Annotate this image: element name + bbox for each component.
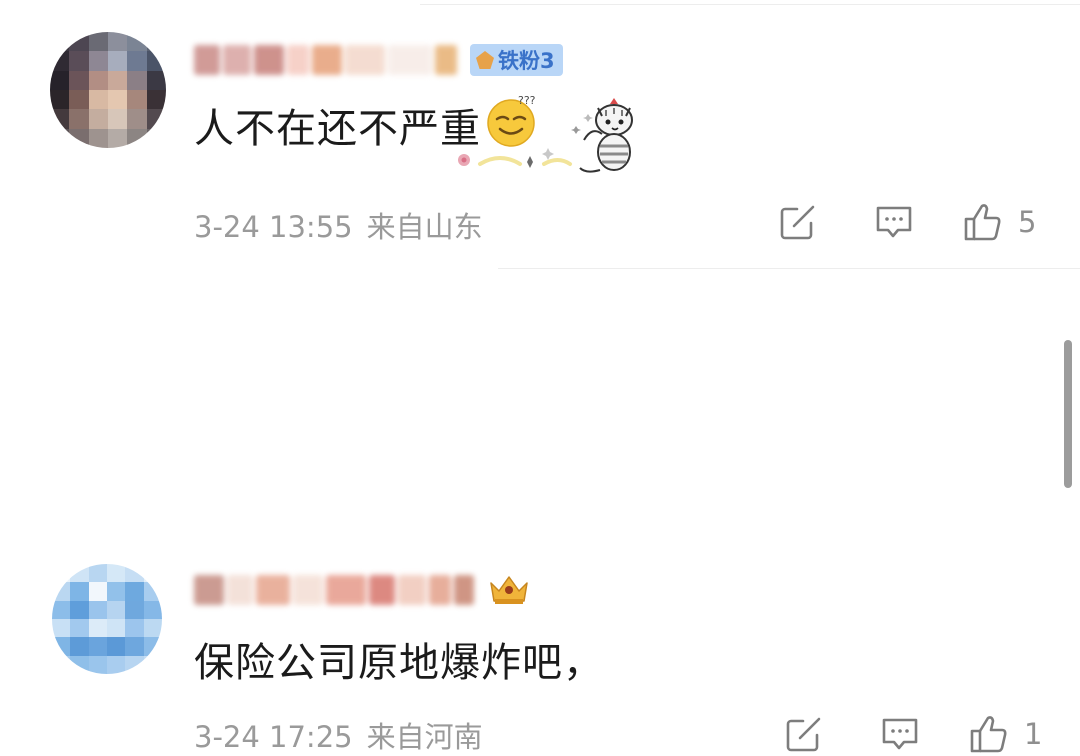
repost-icon	[780, 205, 815, 240]
comment-meta: 3-24 17:25 来自河南	[194, 714, 483, 756]
username-blurred[interactable]	[194, 38, 460, 82]
comment-button[interactable]	[872, 200, 916, 244]
comment-actions: 5	[776, 200, 1036, 244]
username-blurred[interactable]	[194, 568, 477, 612]
comment-text: 人不在还不严重	[194, 106, 481, 152]
smirk-face-emoji: ???	[487, 94, 536, 147]
fan-level-badge[interactable]: 铁粉3	[470, 44, 563, 76]
comment-location: 来自山东	[366, 210, 483, 244]
thumbs-up-icon	[970, 716, 1007, 753]
comment-actions: 1	[782, 712, 1042, 756]
comment-icon	[882, 718, 918, 750]
comment-time: 3-24 13:55	[194, 210, 353, 244]
svg-text:???: ???	[518, 94, 536, 107]
avatar[interactable]	[50, 32, 166, 148]
comment-item: 保险公司原地爆炸吧， 3-24 17:25 来自河南 1	[0, 268, 1080, 754]
scrollbar[interactable]	[1064, 340, 1072, 488]
repost-button[interactable]	[776, 200, 820, 244]
like-count: 1	[1024, 717, 1043, 751]
comment-button[interactable]	[878, 712, 922, 756]
like-count: 5	[1018, 205, 1037, 239]
thumbs-up-icon	[964, 204, 1001, 241]
comment-location: 来自河南	[366, 720, 483, 754]
fan-badge-icon	[476, 51, 494, 69]
comment-text: 保险公司原地爆炸吧，	[194, 640, 604, 686]
username-row: 铁粉3	[194, 38, 563, 82]
comment-time: 3-24 17:25	[194, 720, 353, 754]
repost-icon	[786, 717, 821, 752]
comment-icon	[876, 206, 912, 238]
comment-meta: 3-24 13:55 来自山东	[194, 204, 483, 246]
fan-badge-label: 铁粉3	[498, 49, 555, 73]
cat-sticker	[571, 98, 633, 173]
repost-button[interactable]	[782, 712, 826, 756]
username-row	[194, 568, 531, 612]
comment-item: 铁粉3 人不在还不严重 ??? 3-24 13:55 来自山东 5	[0, 0, 1080, 268]
like-button[interactable]: 5	[962, 200, 1036, 244]
avatar[interactable]	[52, 564, 162, 674]
like-button[interactable]: 1	[968, 712, 1042, 756]
crown-badge-icon[interactable]	[487, 573, 531, 607]
